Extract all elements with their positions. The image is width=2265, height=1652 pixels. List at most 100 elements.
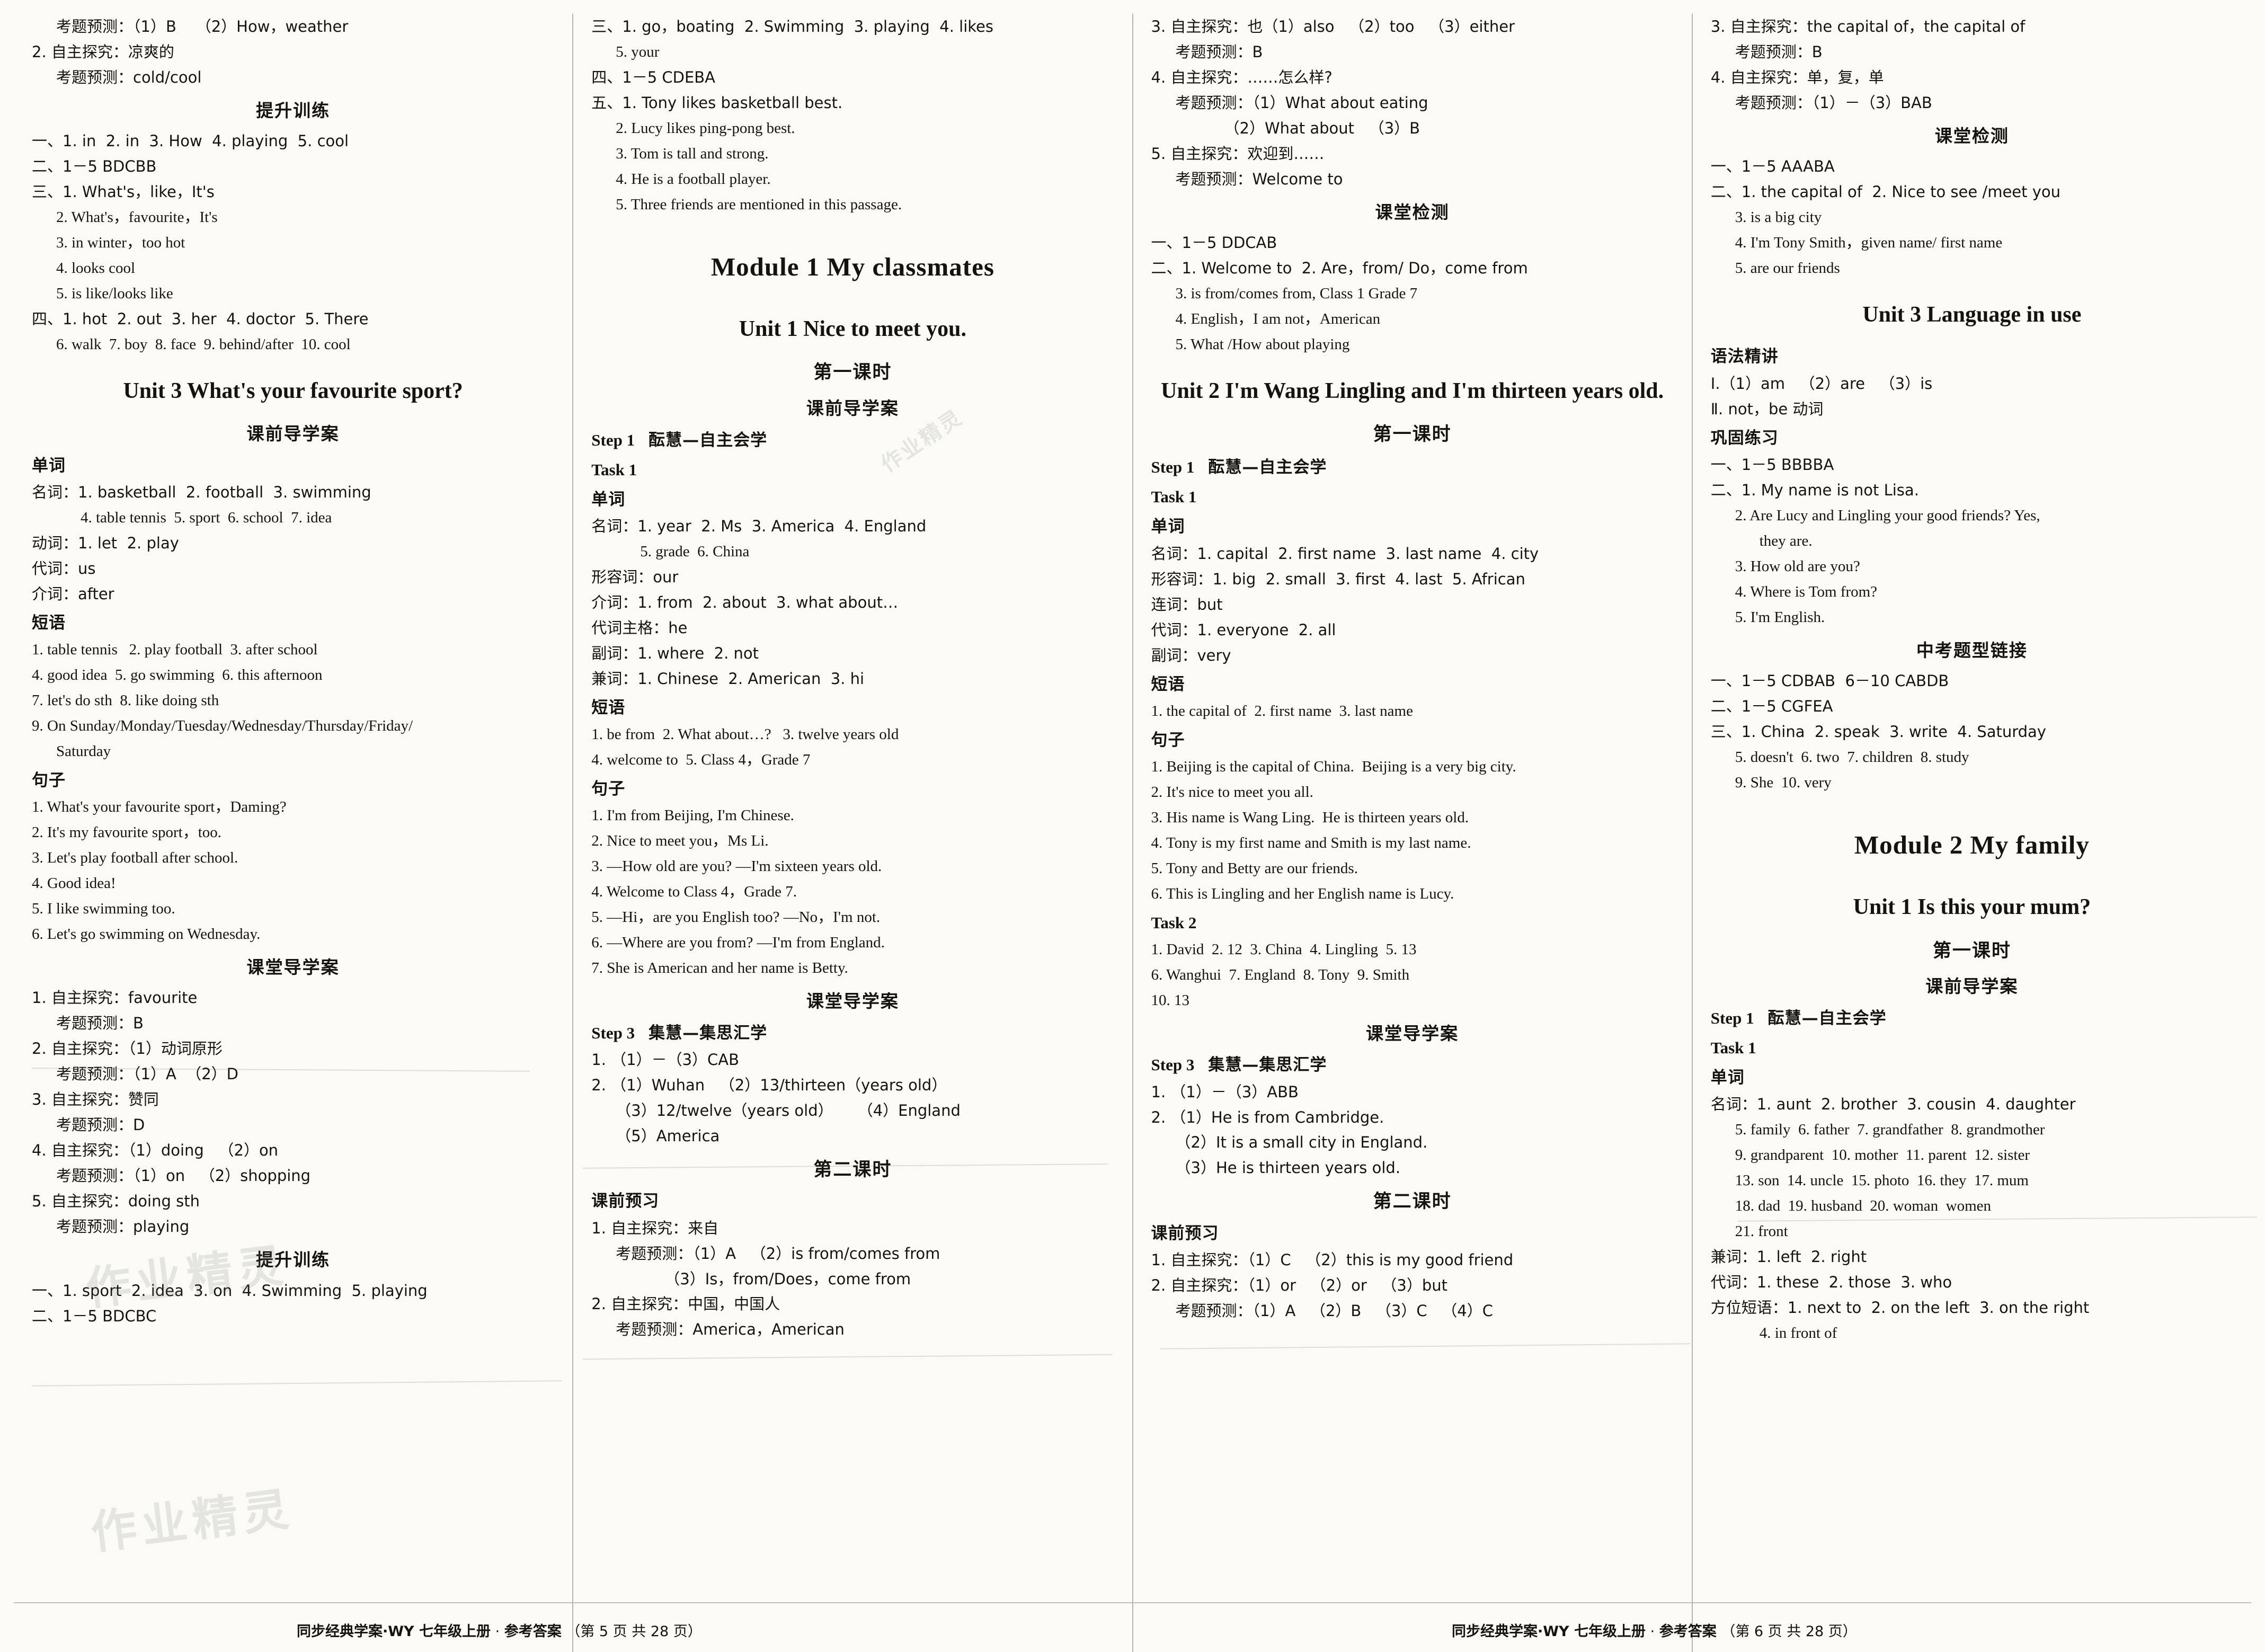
answer-line: 2. 自主探究：（1）or （2）or （3）but xyxy=(1151,1276,1448,1295)
answer-line: 3. 自主探究：the capital of，the capital of xyxy=(1710,17,2026,35)
answer-line: 二、1－5 BDCBC xyxy=(32,1307,157,1325)
answer-line: 2. It's my favourite sport，too. xyxy=(32,824,222,841)
section-heading-keqian-yuxi: 课前预习 xyxy=(1151,1224,1219,1244)
step-heading-1: Step 1 酝慧—自主会学 xyxy=(591,427,1114,454)
step-label: Step 3 xyxy=(1151,1055,1195,1074)
c2-words: 名词：1. year 2. Ms 3. America 4. England 5… xyxy=(591,514,1114,691)
answer-line: 1. Beijing is the capital of China. Beij… xyxy=(1151,758,1516,775)
column-3: 3. 自主探究：也（1）also （2）too （3）either 考题预测：B… xyxy=(1132,14,1692,1652)
task-heading-1: Task 1 xyxy=(591,460,637,479)
section-heading-ketang: 课堂导学案 xyxy=(806,991,899,1012)
footer-page: （第 5 页 共 28 页） xyxy=(566,1623,702,1640)
c3-top: 3. 自主探究：也（1）also （2）too （3）either 考题预测：B… xyxy=(1151,14,1674,192)
answer-line: （3）12/twelve（years old） （4）England xyxy=(616,1101,961,1120)
answer-line: 3. Tom is tall and strong. xyxy=(616,145,769,162)
c1-tisheng-2: 一、1. sport 2. idea 3. on 4. Swimming 5. … xyxy=(32,1278,554,1329)
answer-line: 考题预测：（1）A （2）D xyxy=(56,1065,239,1083)
answer-line: 3. —How old are you? —I'm sixteen years … xyxy=(591,858,882,875)
subsection-juzi: 句子 xyxy=(591,779,626,799)
answer-line: 4. table tennis 5. sport 6. school 7. id… xyxy=(81,509,332,526)
answer-line: 6. walk 7. boy 8. face 9. behind/after 1… xyxy=(56,336,351,353)
step-label: Step 3 xyxy=(591,1023,635,1042)
answer-line: 6. —Where are you from? —I'm from Englan… xyxy=(591,934,885,952)
c2-top: 三、1. go，boating 2. Swimming 3. playing 4… xyxy=(591,14,1114,217)
section-heading-ketang: 课堂导学案 xyxy=(1366,1023,1459,1044)
answer-line: 考题预测：（1）B （2）How，weather xyxy=(56,17,349,35)
answer-line: 形容词：1. big 2. small 3. first 4. last 5. … xyxy=(1151,570,1525,588)
c3-phrases: 1. the capital of 2. first name 3. last … xyxy=(1151,699,1674,724)
c2-step3: 1. （1）－（3）CAB 2. （1）Wuhan （2）13/thirteen… xyxy=(591,1047,1114,1149)
columns-container: 考题预测：（1）B （2）How，weather 2. 自主探究：凉爽的 考题预… xyxy=(0,0,2265,1652)
footer-left: 同步经典学案·WY 七年级上册 · 参考答案 （第 5 页 共 28 页） xyxy=(297,1623,702,1640)
footer-ref: 参考答案 xyxy=(504,1623,562,1640)
answer-line: 3. in winter，too hot xyxy=(56,234,185,252)
subsection-juzi: 句子 xyxy=(32,770,66,790)
answer-line: 3. 自主探究：也（1）also （2）too （3）either xyxy=(1151,17,1515,35)
answer-line: 一、1－5 BBBBA xyxy=(1710,455,1834,474)
answer-line: 二、1. My name is not Lisa. xyxy=(1710,481,1919,499)
answer-line: 1. 自主探究：（1）C （2）this is my good friend xyxy=(1151,1251,1514,1269)
answer-line: 二、1. the capital of 2. Nice to see /meet… xyxy=(1710,183,2060,201)
answer-line: 介词：1. from 2. about 3. what about… xyxy=(591,593,899,612)
answer-line: 考题预测：B xyxy=(1735,42,1823,61)
answer-line: 考题预测：（1）A （2）is from/comes from xyxy=(616,1244,940,1263)
footer-title: 同步经典学案·WY 七年级上册 xyxy=(297,1623,491,1640)
section-heading-keqian: 课前导学案 xyxy=(246,423,340,445)
c3-words: 名词：1. capital 2. first name 3. last name… xyxy=(1151,541,1674,668)
answer-line: 18. dad 19. husband 20. woman women xyxy=(1735,1197,1992,1215)
c2-phrases: 1. be from 2. What about…? 3. twelve yea… xyxy=(591,722,1114,772)
c3-task2: 1. David 2. 12 3. China 4. Lingling 5. 1… xyxy=(1151,937,1674,1013)
answer-line: 5. is like/looks like xyxy=(56,285,173,303)
answer-line: 二、1－5 BDCBB xyxy=(32,157,157,176)
footer-page: （第 6 页 共 28 页） xyxy=(1721,1623,1857,1640)
footer-title: 同步经典学案·WY 七年级上册 xyxy=(1452,1623,1646,1640)
answer-line: Ⅱ. not，be 动词 xyxy=(1710,399,1824,418)
answer-line: 3. His name is Wang Ling. He is thirteen… xyxy=(1151,809,1469,826)
answer-line: 方位短语：1. next to 2. on the left 3. on the… xyxy=(1710,1299,2090,1317)
answer-line: 6. This is Lingling and her English name… xyxy=(1151,885,1454,902)
subsection-juzi: 句子 xyxy=(1151,730,1185,750)
answer-line: 副词：1. where 2. not xyxy=(591,644,759,663)
answer-line: 5. doesn't 6. two 7. children 8. study xyxy=(1735,748,1969,766)
unit-title: Unit 3 Language in use xyxy=(1862,303,2082,327)
answer-line: 4. looks cool xyxy=(56,260,136,277)
step-label-cn: 酝慧—自主会学 xyxy=(649,430,768,450)
c1-ketang: 1. 自主探究：favourite 考题预测：B 2. 自主探究：（1）动词原形… xyxy=(32,985,554,1239)
step-heading-3: Step 3 集慧—集思汇学 xyxy=(591,1020,1114,1046)
step-label-cn: 酝慧—自主会学 xyxy=(1208,458,1327,477)
answer-line: 2. （1）He is from Cambridge. xyxy=(1151,1108,1384,1126)
period-heading: 第一课时 xyxy=(1373,424,1452,446)
answer-line: （2）What about （3）B xyxy=(1224,119,1420,137)
answer-line: 4. welcome to 5. Class 4，Grade 7 xyxy=(591,751,811,769)
answer-line: 7. let's do sth 8. like doing sth xyxy=(32,692,219,709)
unit-title: Unit 2 I'm Wang Lingling and I'm thirtee… xyxy=(1161,379,1664,404)
answer-line: 5. family 6. father 7. grandfather 8. gr… xyxy=(1735,1121,2045,1139)
answer-line: 9. grandparent 10. mother 11. parent 12.… xyxy=(1735,1147,2030,1164)
task-heading-1: Task 1 xyxy=(1710,1038,1756,1057)
step-label: Step 1 xyxy=(1151,458,1195,477)
footer-right: 同步经典学案·WY 七年级上册 · 参考答案 （第 6 页 共 28 页） xyxy=(1452,1623,1857,1640)
c4-jiance: 一、1－5 AAABA 二、1. the capital of 2. Nice … xyxy=(1711,154,2233,281)
answer-key-page: 考题预测：（1）B （2）How，weather 2. 自主探究：凉爽的 考题预… xyxy=(0,0,2265,1652)
section-heading-yufa: 语法精讲 xyxy=(1710,347,1779,367)
answer-line: 考题预测：B xyxy=(56,1014,144,1033)
c4-words: 名词：1. aunt 2. brother 3. cousin 4. daugh… xyxy=(1711,1092,2233,1346)
answer-line: （2）It is a small city in England. xyxy=(1175,1133,1428,1152)
answer-line: （3）Is，from/Does，come from xyxy=(664,1269,911,1288)
answer-line: （3）He is thirteen years old. xyxy=(1175,1159,1401,1177)
subsection-danci: 单词 xyxy=(591,490,626,509)
answer-line: 4. He is a football player. xyxy=(616,170,771,188)
answer-line: 5. your xyxy=(616,43,660,60)
answer-line: 21. front xyxy=(1735,1223,1788,1240)
answer-line: 3. Let's play football after school. xyxy=(32,849,238,867)
subsection-danci: 单词 xyxy=(1710,1068,1745,1088)
unit-title: Unit 3 What's your favourite sport? xyxy=(123,379,463,404)
answer-line: （5）America xyxy=(616,1126,720,1145)
c4-gonggu: 一、1－5 BBBBA 二、1. My name is not Lisa. 2.… xyxy=(1711,452,2233,630)
section-heading-jiance: 课堂检测 xyxy=(1375,201,1450,223)
answer-line: 代词：1. these 2. those 3. who xyxy=(1710,1273,1952,1292)
section-heading-keqian: 课前导学案 xyxy=(1925,976,2019,997)
answer-line: 兼词：1. Chinese 2. American 3. hi xyxy=(591,670,865,688)
answer-line: 连词：but xyxy=(1151,595,1223,614)
answer-line: Saturday xyxy=(56,742,111,760)
